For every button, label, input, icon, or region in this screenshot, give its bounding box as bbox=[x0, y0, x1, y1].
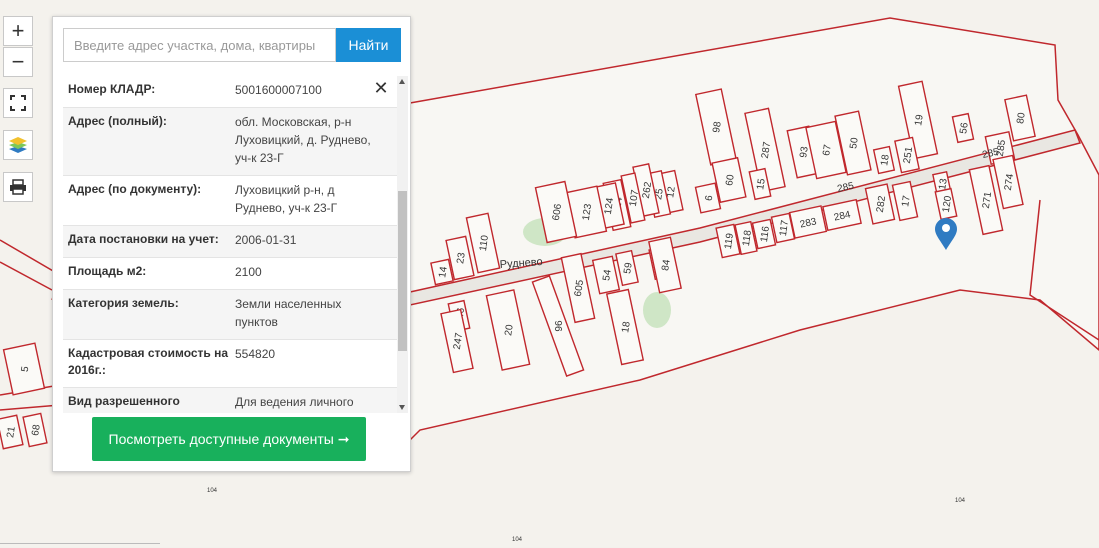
parcel-info-list[interactable]: Номер КЛАДР: 5001600007100 Адрес (полный… bbox=[63, 76, 398, 413]
parcel-number: 60 bbox=[724, 174, 737, 187]
info-row-permitted-use: Вид разрешенного использования (по докум… bbox=[63, 388, 398, 413]
boundary-mark: 104 bbox=[955, 498, 966, 504]
info-key: Номер КЛАДР: bbox=[68, 82, 156, 96]
view-documents-button[interactable]: Посмотреть доступные документы ➞ bbox=[92, 417, 366, 461]
parcel-number: 14 bbox=[437, 266, 450, 279]
parcel-number: 119 bbox=[723, 232, 736, 250]
scroll-down-icon[interactable] bbox=[399, 405, 405, 410]
info-key: Категория земель: bbox=[68, 296, 179, 310]
parcel-number: 15 bbox=[755, 178, 768, 191]
boundary-mark: 104 bbox=[207, 488, 218, 494]
parcel-number: 19 bbox=[913, 114, 926, 127]
parcel-number: 68 bbox=[30, 424, 43, 437]
info-key: Кадастровая стоимость на 2016г.: bbox=[68, 346, 229, 377]
info-key: Адрес (полный): bbox=[68, 114, 167, 128]
info-value: Луховицкий р-н, д Руднево, уч-к 23-Г bbox=[235, 183, 338, 215]
scroll-thumb[interactable] bbox=[398, 191, 407, 351]
info-panel: Найти Номер КЛАДР: 5001600007100 Адрес (… bbox=[52, 16, 411, 472]
parcel-number: 23 bbox=[455, 252, 468, 265]
parcel-number: 50 bbox=[848, 137, 861, 150]
info-row-area: Площадь м2: 2100 bbox=[63, 258, 398, 290]
close-icon[interactable]: ✕ bbox=[373, 79, 389, 97]
info-value: обл. Московская, р-н Луховицкий, д. Рудн… bbox=[235, 115, 371, 165]
parcel-number: 20 bbox=[503, 324, 516, 337]
zoom-out-button[interactable]: − bbox=[3, 47, 33, 77]
parcel-number: 13 bbox=[937, 178, 950, 191]
bottom-edge bbox=[0, 543, 160, 548]
info-scrollbar[interactable] bbox=[397, 76, 408, 413]
parcel-number: 93 bbox=[798, 146, 811, 159]
parcel-number: 110 bbox=[478, 234, 491, 252]
info-value: 2006-01-31 bbox=[235, 233, 297, 247]
layers-button[interactable] bbox=[3, 130, 33, 160]
parcel-number: 96 bbox=[554, 320, 565, 332]
fullscreen-icon bbox=[10, 95, 26, 111]
parcel-number: 21 bbox=[5, 426, 18, 439]
parcel-number: 56 bbox=[958, 122, 971, 135]
info-row-doc-address: Адрес (по документу): Луховицкий р-н, д … bbox=[63, 176, 398, 226]
fullscreen-button[interactable] bbox=[3, 88, 33, 118]
info-value: 554820 bbox=[235, 347, 276, 361]
parcel-number: 116 bbox=[759, 225, 772, 243]
parcel-number: 67 bbox=[821, 144, 834, 157]
scroll-up-icon[interactable] bbox=[399, 79, 405, 84]
info-value: 2100 bbox=[235, 265, 262, 279]
info-row-land-category: Категория земель: Земли населенных пункт… bbox=[63, 290, 398, 340]
info-key: Адрес (по документу): bbox=[68, 182, 202, 196]
parcel-number: 84 bbox=[660, 259, 673, 272]
parcel-number: 59 bbox=[622, 262, 635, 275]
info-row-kladr: Номер КЛАДР: 5001600007100 bbox=[63, 76, 398, 108]
parcel-number: 18 bbox=[879, 154, 892, 167]
info-row-full-address: Адрес (полный): обл. Московская, р-н Лух… bbox=[63, 108, 398, 176]
layers-icon bbox=[9, 137, 27, 153]
parcel-number: 18 bbox=[620, 321, 633, 334]
parcel-number: 54 bbox=[601, 269, 614, 282]
zoom-in-button[interactable]: + bbox=[3, 16, 33, 46]
info-row-cadastral-value: Кадастровая стоимость на 2016г.: 554820 bbox=[63, 340, 398, 388]
print-icon bbox=[10, 179, 26, 195]
info-key: Площадь м2: bbox=[68, 264, 147, 278]
parcel-number: 17 bbox=[900, 195, 913, 208]
zoom-out-label: − bbox=[11, 49, 25, 74]
info-value: Для ведения личного подсобного хозяйства bbox=[235, 395, 354, 409]
print-button[interactable] bbox=[3, 172, 33, 202]
info-key: Дата постановки на учет: bbox=[68, 232, 219, 246]
parcel[interactable]: 14 bbox=[430, 258, 454, 286]
zoom-in-label: + bbox=[11, 18, 25, 43]
address-search-input[interactable] bbox=[63, 28, 336, 62]
boundary-mark: 104 bbox=[512, 537, 523, 543]
info-key: Вид разрешенного использования (по докум… bbox=[68, 394, 182, 413]
parcel-number: 98 bbox=[711, 121, 724, 134]
parcel-number: 80 bbox=[1015, 112, 1028, 125]
parcel-number: 117 bbox=[778, 219, 791, 237]
search-button[interactable]: Найти bbox=[336, 28, 401, 62]
info-row-registration-date: Дата постановки на учет: 2006-01-31 bbox=[63, 226, 398, 258]
parcel-number: 118 bbox=[741, 229, 754, 247]
info-value: Земли населенных пунктов bbox=[235, 297, 342, 329]
parcel[interactable]: 283 bbox=[788, 205, 828, 239]
